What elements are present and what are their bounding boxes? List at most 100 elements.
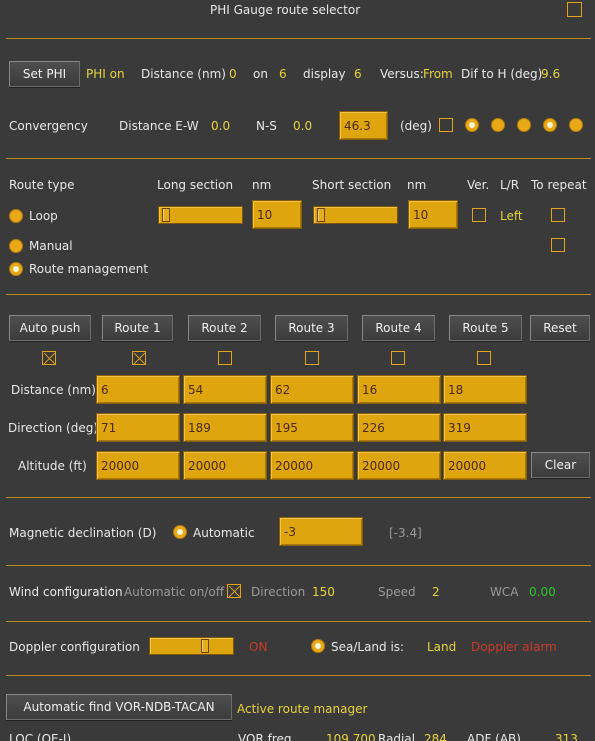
auto-push-button[interactable]: Auto push [9, 315, 91, 341]
manual-label: Manual [29, 239, 73, 253]
route-3-distance-input[interactable]: 62 [270, 375, 354, 404]
window-title: PHI Gauge route selector [210, 3, 361, 17]
active-route-status: Active route manager [237, 702, 368, 716]
distance-label: Distance (nm) [141, 67, 226, 81]
sealand-radio[interactable] [311, 639, 325, 653]
route-management-radio[interactable] [9, 262, 23, 276]
ns-value: 0.0 [293, 119, 313, 133]
versus-value[interactable]: From [423, 67, 453, 81]
route-1-button[interactable]: Route 1 [102, 315, 173, 341]
route-4-altitude-input[interactable]: 20000 [357, 451, 441, 480]
route-5-button[interactable]: Route 5 [449, 315, 522, 341]
auto-push-checkbox[interactable] [42, 351, 56, 365]
dif-value: 9.6 [541, 67, 561, 81]
route-3-checkbox[interactable] [305, 351, 319, 365]
route-4-button[interactable]: Route 4 [362, 315, 435, 341]
wind-auto-checkbox[interactable] [227, 584, 241, 598]
long-section-nm-input[interactable]: 10 [252, 200, 302, 229]
route-2-checkbox[interactable] [218, 351, 232, 365]
short-section-slider[interactable] [313, 206, 398, 224]
long-section-slider-thumb[interactable] [162, 208, 170, 222]
route-3-direction-input[interactable]: 195 [270, 413, 354, 442]
clear-button[interactable]: Clear [531, 452, 590, 478]
close-checkbox[interactable] [567, 2, 582, 17]
phi-status: PHI on [86, 67, 125, 81]
short-section-slider-thumb[interactable] [317, 208, 325, 222]
reset-button[interactable]: Reset [530, 315, 590, 341]
route-3-altitude-input[interactable]: 20000 [270, 451, 354, 480]
convergency-radio-3[interactable] [517, 118, 531, 132]
to-repeat-checkbox-1[interactable] [551, 208, 565, 222]
adf-label: ADF (AB) [467, 732, 521, 741]
long-section-header: Long section [157, 178, 234, 192]
route-4-direction-input[interactable]: 226 [357, 413, 441, 442]
magnetic-automatic-label: Automatic [193, 526, 255, 540]
convergency-radio-2[interactable] [491, 118, 505, 132]
on-value: 6 [279, 67, 287, 81]
route-management-label: Route management [29, 262, 149, 276]
route-2-altitude-input[interactable]: 20000 [183, 451, 267, 480]
wca-label: WCA [490, 585, 519, 599]
distance-ew-value: 0.0 [211, 119, 231, 133]
magnetic-automatic-radio[interactable] [173, 525, 187, 539]
route-5-distance-input[interactable]: 18 [443, 375, 527, 404]
loc-label: LOC (OE-I) [9, 732, 72, 741]
magnetic-range: [-3.4] [389, 526, 422, 540]
sealand-value[interactable]: Land [427, 640, 456, 654]
route-5-checkbox[interactable] [477, 351, 491, 365]
divider [6, 294, 591, 295]
set-phi-button[interactable]: Set PHI [9, 61, 80, 87]
divider [6, 497, 591, 498]
convergency-radio-1[interactable] [465, 118, 479, 132]
route-4-checkbox[interactable] [391, 351, 405, 365]
route-1-distance-input[interactable]: 6 [96, 375, 180, 404]
convergency-radio-4[interactable] [543, 118, 557, 132]
loop-label: Loop [29, 209, 58, 223]
convergency-radio-5[interactable] [569, 118, 583, 132]
lr-header: L/R [500, 178, 520, 192]
vor-freq-value: 109.700 [326, 732, 376, 741]
ver-checkbox[interactable] [472, 208, 486, 222]
route-1-checkbox[interactable] [132, 351, 146, 365]
nm-header-1: nm [252, 178, 272, 192]
magnetic-declination-input[interactable]: -3 [279, 517, 363, 546]
route-1-altitude-input[interactable]: 20000 [96, 451, 180, 480]
divider [6, 621, 591, 622]
convergency-checkbox[interactable] [439, 118, 453, 132]
wind-speed-label: Speed [378, 585, 416, 599]
wind-direction-label: Direction [251, 585, 306, 599]
doppler-slider-thumb[interactable] [201, 639, 209, 653]
ns-label: N-S [256, 119, 277, 133]
display-value: 6 [354, 67, 362, 81]
automatic-find-vor-button[interactable]: Automatic find VOR-NDB-TACAN [6, 694, 232, 720]
radial-value: 284 [424, 732, 447, 741]
sealand-label: Sea/Land is: [331, 640, 405, 654]
route-2-distance-input[interactable]: 54 [183, 375, 267, 404]
doppler-slider[interactable] [149, 637, 234, 655]
route-2-button[interactable]: Route 2 [188, 315, 261, 341]
magnetic-declination-label: Magnetic declination (D) [9, 526, 157, 540]
wca-value: 0.00 [529, 585, 556, 599]
manual-radio[interactable] [9, 239, 23, 253]
distance-ew-label: Distance E-W [119, 119, 199, 133]
wind-speed-value: 2 [432, 585, 440, 599]
to-repeat-checkbox-2[interactable] [551, 238, 565, 252]
convergency-deg-input[interactable]: 46.3 [339, 111, 388, 140]
radial-label: Radial [378, 732, 416, 741]
route-2-direction-input[interactable]: 189 [183, 413, 267, 442]
divider [6, 565, 591, 566]
route-5-altitude-input[interactable]: 20000 [443, 451, 527, 480]
deg-label: (deg) [400, 119, 432, 133]
lr-value[interactable]: Left [500, 209, 523, 223]
route-4-distance-input[interactable]: 16 [357, 375, 441, 404]
wind-auto-label: Automatic on/off [124, 585, 224, 599]
to-repeat-header: To repeat [531, 178, 587, 192]
route-1-direction-input[interactable]: 71 [96, 413, 180, 442]
short-section-nm-input[interactable]: 10 [408, 200, 458, 229]
route-3-button[interactable]: Route 3 [275, 315, 348, 341]
loop-radio[interactable] [9, 209, 23, 223]
divider [6, 38, 591, 39]
divider [6, 158, 591, 159]
long-section-slider[interactable] [158, 206, 243, 224]
route-5-direction-input[interactable]: 319 [443, 413, 527, 442]
